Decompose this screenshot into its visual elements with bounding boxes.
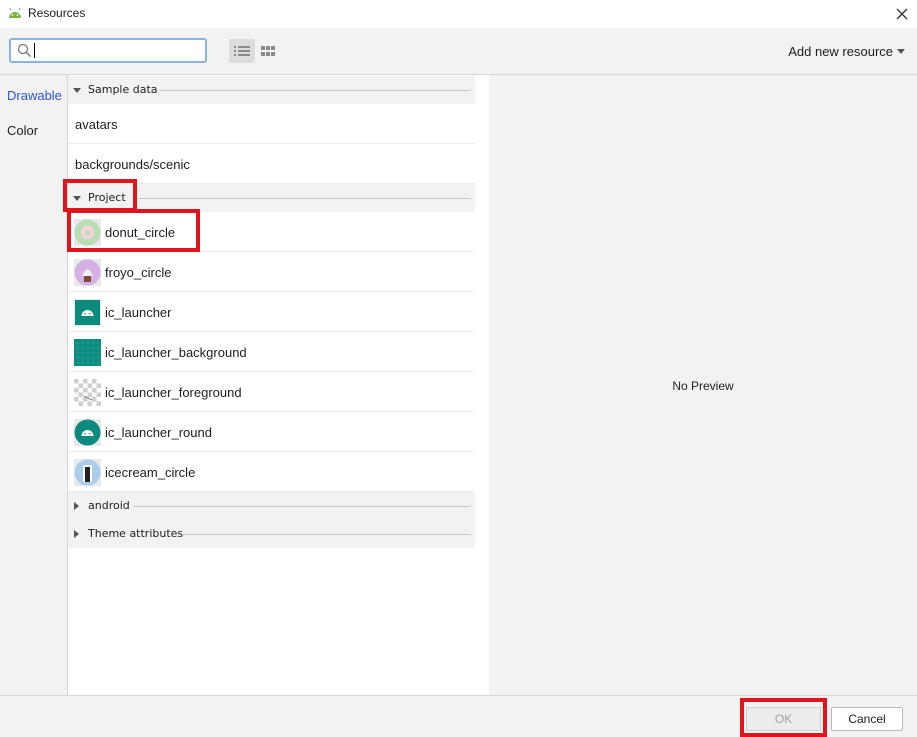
- icecream-thumbnail: [74, 459, 101, 486]
- list-item-label: ic_launcher: [105, 305, 172, 320]
- divider: [134, 506, 471, 507]
- transparent-checker-thumbnail: [74, 379, 101, 406]
- list-item[interactable]: ic_launcher_background: [68, 332, 475, 372]
- expand-right-icon: [74, 502, 79, 510]
- resource-type-sidebar: Drawable Color: [0, 75, 68, 695]
- splitter[interactable]: [475, 75, 489, 695]
- preview-panel: No Preview: [489, 75, 917, 695]
- search-icon: [17, 43, 31, 57]
- teal-grid-thumbnail: [74, 339, 101, 366]
- grid-view-icon: [261, 46, 275, 56]
- froyo-thumbnail: [74, 259, 101, 286]
- group-header-theme-attributes[interactable]: Theme attributes: [68, 520, 475, 548]
- divider: [160, 90, 471, 91]
- sidebar-item-drawable[interactable]: Drawable: [7, 88, 62, 103]
- list-item-label: icecream_circle: [105, 465, 196, 480]
- list-item[interactable]: icecream_circle: [68, 452, 475, 492]
- list-view-icon: [234, 46, 250, 56]
- list-item[interactable]: backgrounds/scenic: [68, 144, 475, 184]
- list-item[interactable]: ic_launcher_round: [68, 412, 475, 452]
- chevron-down-icon: [897, 49, 905, 54]
- group-label: android: [88, 499, 130, 512]
- group-header-sample-data[interactable]: Sample data: [68, 76, 475, 104]
- group-label: Theme attributes: [88, 527, 184, 540]
- expand-down-icon: [73, 88, 81, 93]
- search-input[interactable]: [9, 38, 207, 63]
- android-launcher-thumbnail: [74, 299, 101, 326]
- close-icon[interactable]: [887, 0, 917, 28]
- list-item[interactable]: avatars: [68, 104, 475, 144]
- divider: [138, 198, 471, 199]
- list-item-label: ic_launcher_background: [105, 345, 247, 360]
- cancel-button[interactable]: Cancel: [831, 707, 903, 731]
- group-header-android[interactable]: android: [68, 492, 475, 520]
- add-new-resource-label: Add new resource: [788, 44, 893, 59]
- title-bar: Resources: [0, 0, 917, 28]
- list-item-label: froyo_circle: [105, 265, 172, 280]
- grid-view-button[interactable]: [257, 39, 279, 63]
- expand-right-icon: [74, 530, 79, 538]
- highlight-box-ok-button: [740, 698, 827, 737]
- list-item-label: backgrounds/scenic: [75, 157, 190, 172]
- resource-list: Sample data avatars backgrounds/scenic P…: [68, 75, 475, 695]
- list-item[interactable]: ic_launcher: [68, 292, 475, 332]
- list-item-label: ic_launcher_round: [105, 425, 212, 440]
- android-round-thumbnail: [74, 419, 101, 446]
- text-cursor: [34, 43, 35, 58]
- window-title: Resources: [28, 6, 86, 20]
- list-item[interactable]: ic_launcher_foreground: [68, 372, 475, 412]
- highlight-box-project: [63, 179, 137, 212]
- divider: [182, 534, 471, 535]
- highlight-box-donut-circle: [67, 209, 200, 252]
- list-item-label: ic_launcher_foreground: [105, 385, 242, 400]
- list-item[interactable]: froyo_circle: [68, 252, 475, 292]
- list-view-button[interactable]: [229, 39, 255, 63]
- android-studio-icon: [9, 7, 21, 18]
- group-label: Sample data: [88, 83, 158, 96]
- toolbar: Add new resource: [0, 28, 917, 75]
- sidebar-item-color[interactable]: Color: [7, 123, 38, 138]
- no-preview-text: No Preview: [672, 379, 734, 393]
- add-new-resource-dropdown[interactable]: Add new resource: [788, 44, 905, 59]
- list-item-label: avatars: [75, 117, 118, 132]
